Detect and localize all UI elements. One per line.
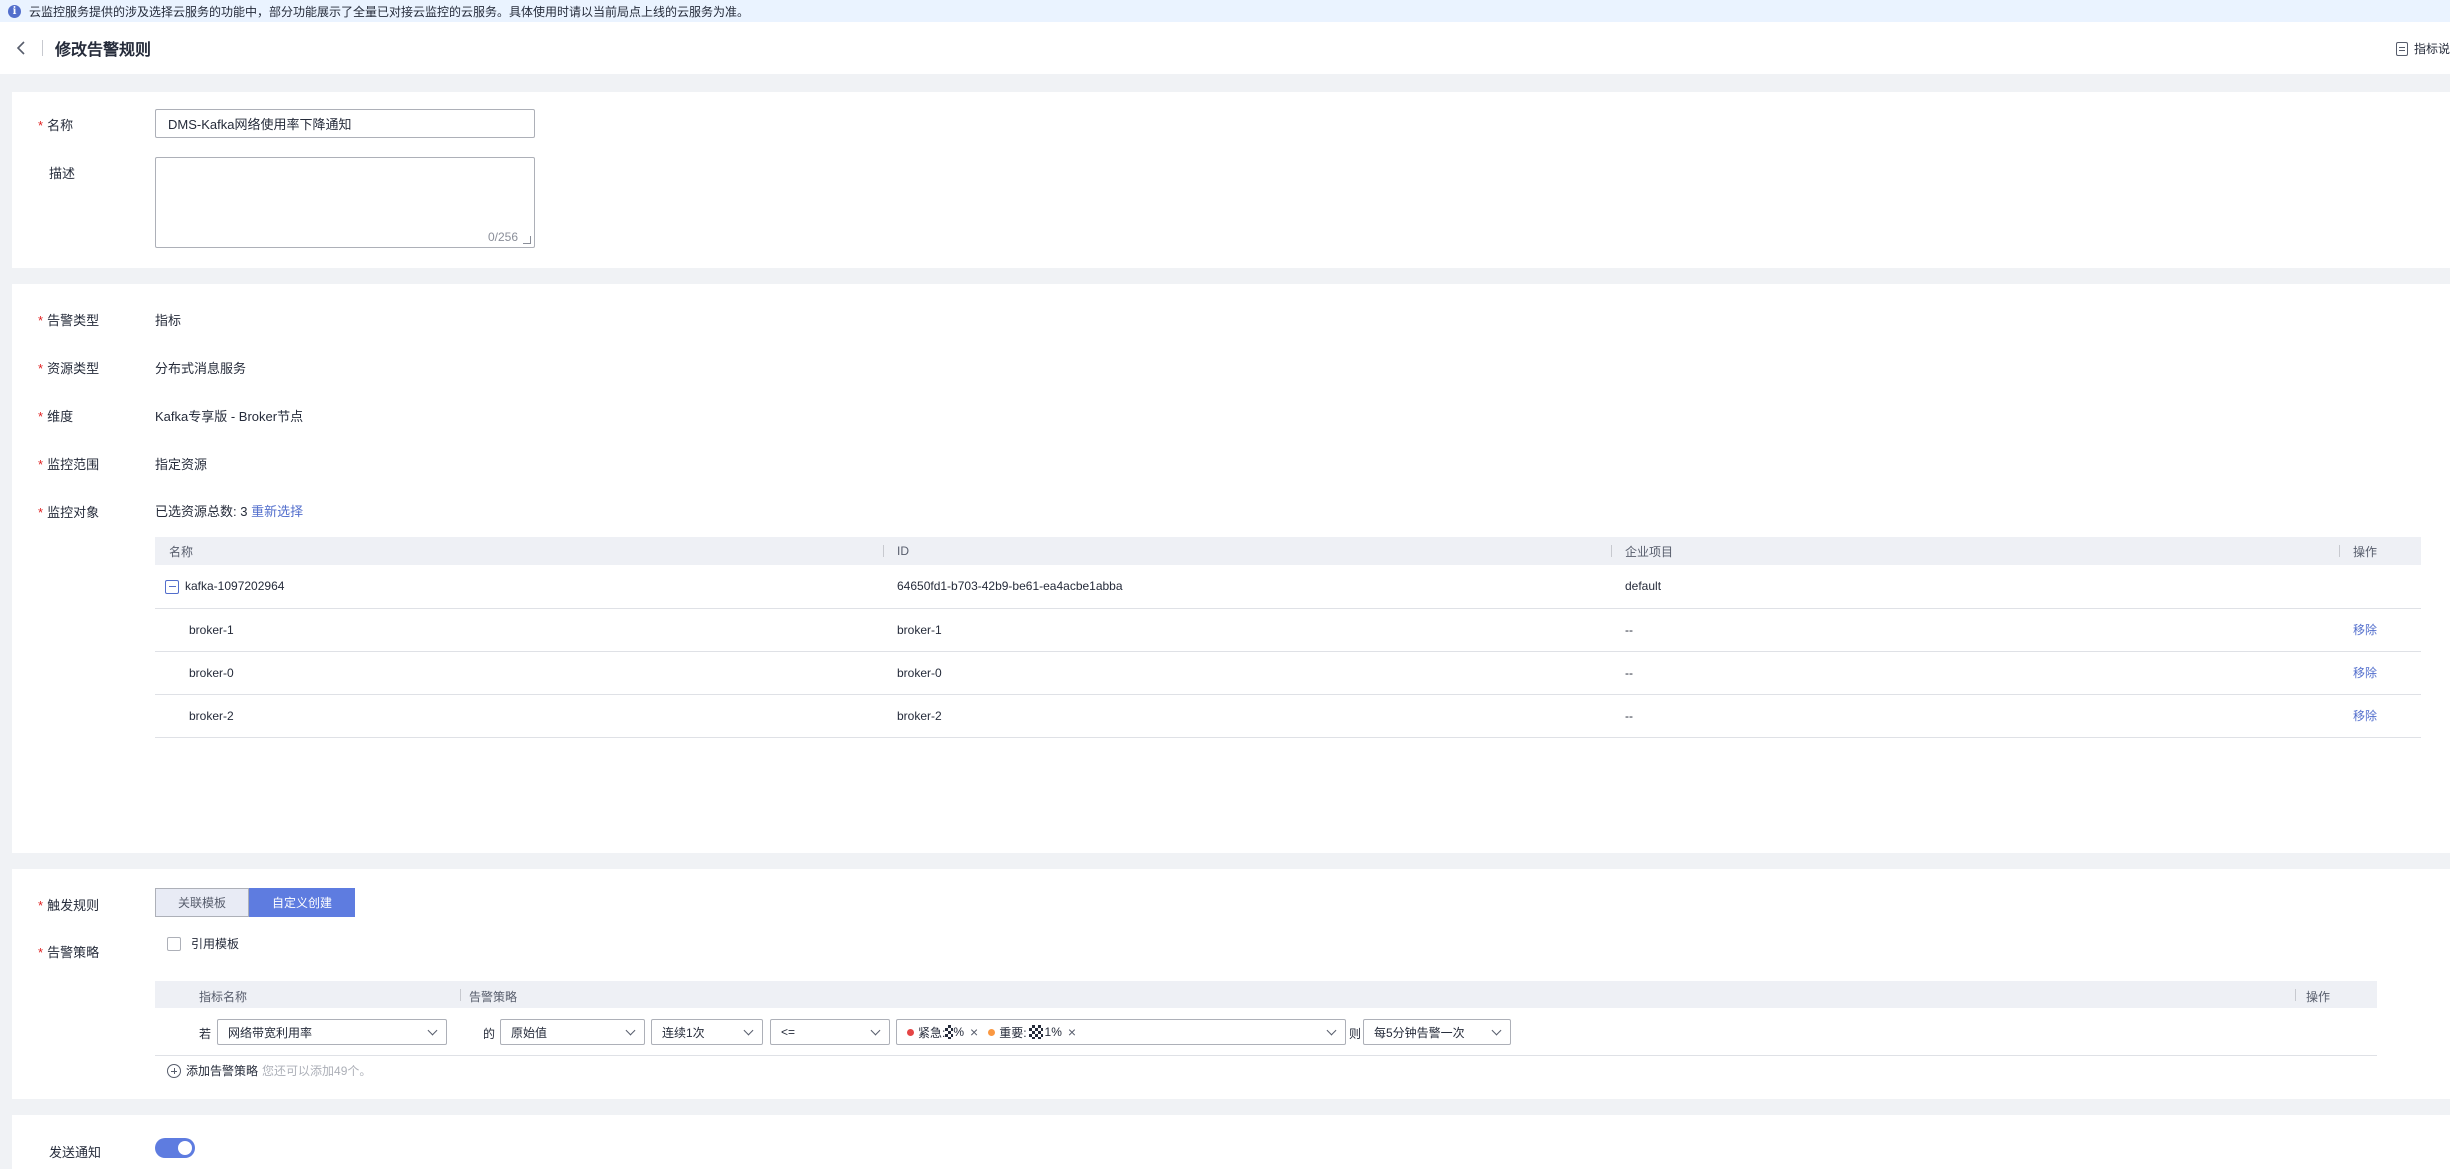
add-policy-button[interactable]: 添加告警策略 您还可以添加49个。 (167, 1062, 371, 1079)
chevron-down-icon (1491, 1025, 1502, 1036)
chevron-down-icon (625, 1025, 636, 1036)
document-icon (2395, 41, 2408, 56)
back-arrow-icon[interactable] (12, 39, 30, 57)
use-template-checkbox-row[interactable]: 引用模板 (167, 935, 239, 952)
selected-count: 已选资源总数: 3 (155, 504, 248, 519)
char-counter: 0/256 (487, 230, 518, 244)
trigger-label: * 触发规则 (38, 898, 100, 913)
row-id: broker-1 (883, 608, 1611, 652)
scope-value: 指定资源 (155, 457, 208, 472)
doc-link-label: 指标说 (2413, 42, 2450, 56)
col-action: 操作 (2306, 990, 2331, 1004)
custom-option-button[interactable]: 自定义创建 (249, 888, 356, 917)
description-label: 描述 (49, 166, 76, 181)
row-name: broker-0 (155, 651, 883, 695)
critical-tag: 紧急:% × (907, 1024, 978, 1041)
redacted-value-icon (945, 1025, 954, 1039)
chevron-down-icon (870, 1025, 881, 1036)
policy-row: 若 网络带宽利用率 的 原始值 连续1次 <= 紧急:% × 重要: 1% × 则… (155, 1008, 2377, 1056)
send-notification-toggle[interactable] (155, 1138, 195, 1158)
plus-circle-icon (167, 1063, 181, 1078)
page-title: 修改告警规则 (55, 42, 152, 59)
alarm-type-label: * 告警类型 (38, 313, 100, 328)
target-label: * 监控对象 (38, 505, 100, 520)
use-template-checkbox[interactable] (167, 936, 181, 951)
target-summary: 已选资源总数: 3 重新选择 (155, 501, 303, 520)
use-template-label: 引用模板 (191, 937, 240, 951)
period-select[interactable]: 连续1次 (651, 1019, 763, 1045)
scope-label: * 监控范围 (38, 457, 100, 472)
metric-select[interactable]: 网络带宽利用率 (217, 1019, 447, 1045)
table-row: broker-0 broker-0 -- 移除 (155, 651, 2421, 695)
header-divider (42, 40, 43, 56)
trigger-rules-card: * 触发规则 关联模板 自定义创建 * 告警策略 引用模板 指标名称 告警策略 操作… (12, 869, 2450, 1099)
major-dot-icon (988, 1028, 996, 1036)
critical-dot-icon (907, 1028, 914, 1036)
chevron-down-icon (743, 1025, 754, 1036)
collapse-icon[interactable] (165, 579, 179, 594)
name-input[interactable]: DMS-Kafka网络使用率下降通知 (155, 109, 535, 138)
col-action: 操作 (2339, 537, 2421, 565)
remove-tag-icon[interactable]: × (970, 1024, 978, 1040)
row-name: broker-2 (155, 694, 883, 738)
row-id: broker-0 (883, 651, 1611, 695)
col-name: 名称 (155, 537, 883, 565)
parent-id: 64650fd1-b703-42b9-be61-ea4acbe1abba (883, 565, 1611, 609)
value-type-select[interactable]: 原始值 (500, 1019, 645, 1045)
alarm-type-value: 指标 (155, 313, 182, 328)
notice-text: 云监控服务提供的涉及选择云服务的功能中，部分功能展示了全量已对接云监控的云服务。… (29, 4, 750, 19)
chevron-down-icon (1326, 1025, 1337, 1036)
alarm-config-card: * 告警类型 指标 * 资源类型 分布式消息服务 * 维度 Kafka专享版 - Br… (12, 284, 2450, 853)
operator-select[interactable]: <= (770, 1019, 890, 1045)
description-textarea[interactable]: 0/256 (155, 157, 535, 248)
reselect-link[interactable]: 重新选择 (251, 504, 303, 519)
severity-threshold-select[interactable]: 紧急:% × 重要: 1% × (896, 1019, 1346, 1045)
add-policy-hint: 您还可以添加49个。 (262, 1064, 372, 1078)
remove-link[interactable]: 移除 (2353, 666, 2377, 680)
parent-project: default (1611, 565, 2339, 609)
col-id: ID (883, 537, 1611, 565)
notification-card: 发送通知 (12, 1115, 2450, 1169)
row-project: -- (1611, 694, 2339, 738)
dimension-value: Kafka专享版 - Broker节点 (155, 409, 304, 424)
major-tag: 重要: 1% × (988, 1024, 1076, 1041)
table-row: broker-1 broker-1 -- 移除 (155, 608, 2421, 652)
notice-bar: i 云监控服务提供的涉及选择云服务的功能中，部分功能展示了全量已对接云监控的云服… (0, 0, 2450, 22)
policy-table-header: 指标名称 告警策略 操作 (155, 981, 2377, 1008)
if-word: 若 (199, 1027, 212, 1041)
dimension-label: * 维度 (38, 409, 74, 424)
table-row-parent: kafka-1097202964 64650fd1-b703-42b9-be61… (155, 565, 2421, 609)
row-project: -- (1611, 651, 2339, 695)
frequency-select[interactable]: 每5分钟告警一次 (1363, 1019, 1511, 1045)
metric-doc-link[interactable]: 指标说 (2395, 40, 2450, 57)
table-header: 名称 ID 企业项目 操作 (155, 537, 2421, 565)
row-name: broker-1 (155, 608, 883, 652)
col-metric: 指标名称 (199, 990, 248, 1004)
resource-table: 名称 ID 企业项目 操作 kafka-1097202964 64650fd1-… (155, 537, 2421, 738)
template-option-button[interactable]: 关联模板 (155, 888, 250, 917)
redacted-value-icon (1028, 1025, 1043, 1039)
parent-name: kafka-1097202964 (185, 578, 285, 593)
remove-link[interactable]: 移除 (2353, 623, 2377, 637)
notify-label: 发送通知 (49, 1145, 102, 1160)
name-label: * 名称 (38, 118, 74, 133)
table-row: broker-2 broker-2 -- 移除 (155, 694, 2421, 738)
page-header: 修改告警规则 指标说 (0, 22, 2450, 74)
resource-type-value: 分布式消息服务 (155, 361, 247, 376)
basic-info-card: * 名称 DMS-Kafka网络使用率下降通知 描述 0/256 (12, 92, 2450, 268)
of-word: 的 (483, 1027, 496, 1041)
policy-label: * 告警策略 (38, 945, 100, 960)
col-policy: 告警策略 (469, 990, 518, 1004)
col-project: 企业项目 (1611, 537, 2339, 565)
info-icon: i (8, 4, 21, 18)
resource-type-label: * 资源类型 (38, 361, 100, 376)
row-id: broker-2 (883, 694, 1611, 738)
remove-link[interactable]: 移除 (2353, 709, 2377, 723)
row-project: -- (1611, 608, 2339, 652)
remove-tag-icon[interactable]: × (1068, 1024, 1076, 1040)
chevron-down-icon (427, 1025, 438, 1036)
then-word: 则 (1349, 1027, 1362, 1041)
trigger-mode-toggle: 关联模板 自定义创建 (155, 888, 356, 917)
resize-handle-icon[interactable] (523, 236, 531, 244)
